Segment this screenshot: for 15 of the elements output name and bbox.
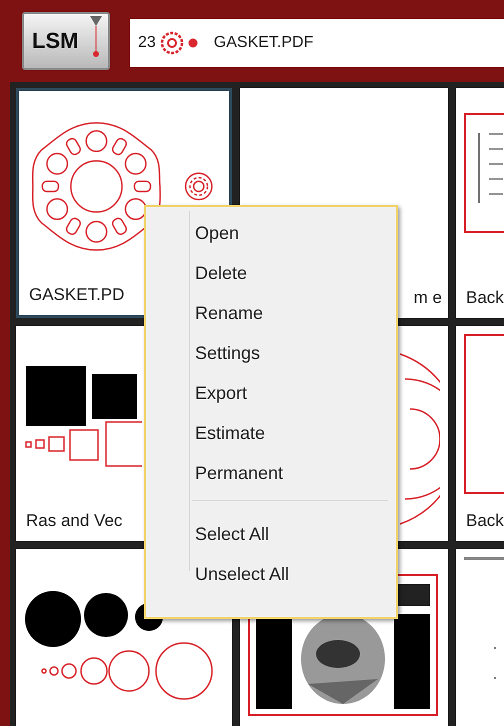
logo-text: LSM <box>32 28 78 54</box>
menu-item[interactable]: Unselect All <box>146 554 396 594</box>
file-label: Ras and Vec <box>25 511 124 532</box>
file-name: GASKET.PDF <box>214 34 314 52</box>
gasket-icon <box>160 31 184 55</box>
file-count: 23 <box>138 34 156 52</box>
file-label: GASKET.PD <box>28 285 126 306</box>
app-logo[interactable]: LSM <box>22 12 110 70</box>
file-tile[interactable]: Back <box>456 88 504 318</box>
file-field[interactable]: 23 GASKET.PDF <box>130 19 504 67</box>
dot-icon <box>188 38 198 48</box>
file-label: Back <box>465 288 504 309</box>
file-label: Back <box>465 511 504 532</box>
file-label: m e <box>412 288 443 309</box>
file-tile[interactable]: Back <box>456 326 504 541</box>
